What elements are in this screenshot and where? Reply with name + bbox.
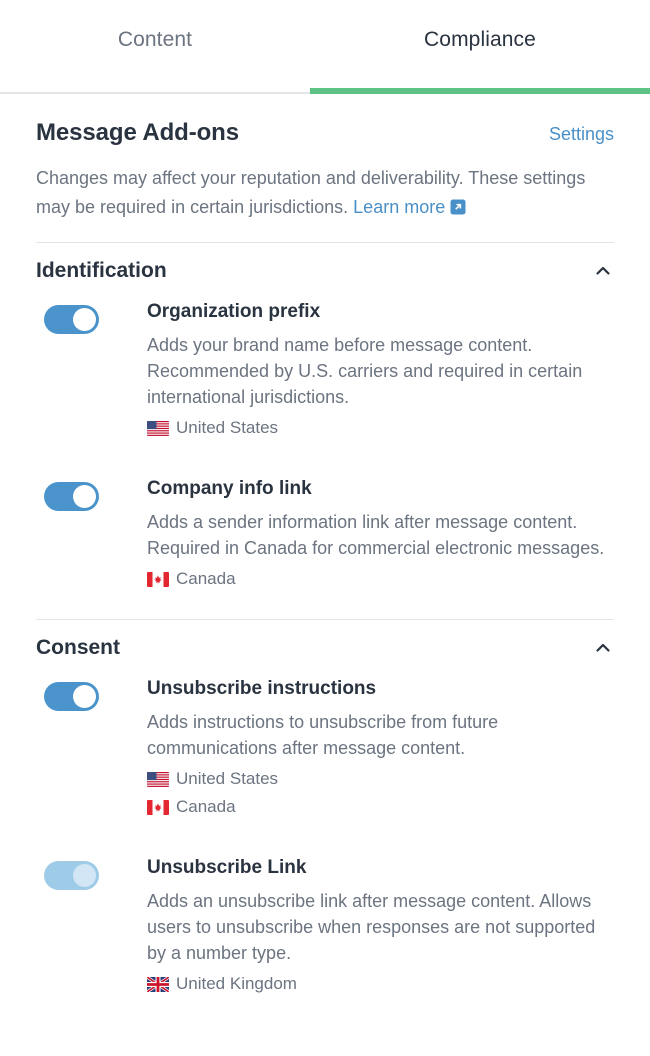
chevron-up-icon[interactable] bbox=[592, 260, 614, 282]
section-title: Consent bbox=[36, 636, 120, 659]
settings-link[interactable]: Settings bbox=[549, 124, 614, 145]
flag-us-icon bbox=[147, 421, 169, 436]
toggle-knob bbox=[73, 864, 96, 887]
addon-option-title: Company info link bbox=[147, 478, 312, 499]
toggle-unsubscribe-instructions[interactable] bbox=[44, 682, 99, 711]
section-header[interactable]: Identification bbox=[36, 243, 614, 299]
addon-option-regions: United States Canada bbox=[147, 765, 614, 821]
addon-option-title: Unsubscribe instructions bbox=[147, 678, 377, 699]
region-label: Canada bbox=[176, 569, 236, 588]
tab-content-label: Content bbox=[117, 28, 193, 51]
external-link-icon bbox=[450, 195, 466, 215]
tab-compliance-label: Compliance bbox=[424, 28, 536, 51]
addon-option-title: Unsubscribe Link bbox=[147, 857, 307, 878]
flag-gb-icon bbox=[147, 977, 169, 992]
addon-option-regions: Canada bbox=[147, 565, 614, 593]
addon-option-description: Adds your brand name before message cont… bbox=[147, 335, 583, 407]
tab-compliance[interactable]: Compliance bbox=[310, 0, 650, 94]
section-header[interactable]: Consent bbox=[36, 620, 614, 676]
region-label: United States bbox=[176, 418, 279, 437]
addon-option-body: Company info link Adds a sender informati… bbox=[147, 476, 614, 593]
toggle-company-info-link[interactable] bbox=[44, 482, 99, 511]
toggle-unsubscribe-link bbox=[44, 861, 99, 890]
section-consent: Consent Unsubscribe instructions Adds inst… bbox=[36, 620, 614, 1006]
addon-option-row: Unsubscribe Link Adds an unsubscribe link… bbox=[36, 855, 614, 1006]
panel-description-text: Changes may affect your reputation and d… bbox=[36, 168, 586, 217]
toggle-knob bbox=[73, 485, 96, 508]
region-label: Canada bbox=[176, 797, 236, 816]
region-item: Canada bbox=[147, 793, 614, 821]
tab-compliance-underline bbox=[310, 88, 650, 94]
chevron-up-icon[interactable] bbox=[592, 637, 614, 659]
tab-bar: Content Compliance bbox=[0, 0, 650, 94]
toggle-knob bbox=[73, 685, 96, 708]
region-item: United Kingdom bbox=[147, 970, 614, 998]
addon-option-description: Adds an unsubscribe link after message c… bbox=[147, 891, 596, 963]
addon-option-body: Unsubscribe instructions Adds instruction… bbox=[147, 676, 614, 821]
panel-header: Message Add-ons Settings bbox=[36, 94, 614, 147]
flag-ca-icon bbox=[147, 572, 169, 587]
toggle-knob bbox=[73, 308, 96, 331]
section-identification: Identification Organization prefix Adds yo… bbox=[36, 243, 614, 620]
addon-option-description: Adds instructions to unsubscribe from fu… bbox=[147, 712, 499, 758]
addon-option-row: Organization prefix Adds your brand name … bbox=[36, 299, 614, 450]
addon-option-body: Organization prefix Adds your brand name … bbox=[147, 299, 614, 442]
tab-content-underline bbox=[0, 88, 310, 94]
section-title: Identification bbox=[36, 259, 167, 282]
region-label: United States bbox=[176, 769, 279, 788]
addon-option-title: Organization prefix bbox=[147, 301, 321, 322]
panel-body: Message Add-ons Settings Changes may aff… bbox=[0, 94, 650, 1006]
addon-option-regions: United States bbox=[147, 414, 614, 442]
page-title: Message Add-ons bbox=[36, 119, 239, 146]
tab-content[interactable]: Content bbox=[0, 0, 310, 94]
region-label: United Kingdom bbox=[176, 974, 297, 993]
addon-option-row: Unsubscribe instructions Adds instruction… bbox=[36, 676, 614, 829]
addon-option-body: Unsubscribe Link Adds an unsubscribe link… bbox=[147, 855, 614, 998]
sections-container: Identification Organization prefix Adds yo… bbox=[36, 243, 614, 1006]
learn-more-label: Learn more bbox=[353, 197, 446, 217]
flag-us-icon bbox=[147, 772, 169, 787]
flag-ca-icon bbox=[147, 800, 169, 815]
panel-description: Changes may affect your reputation and d… bbox=[36, 164, 614, 222]
region-item: United States bbox=[147, 765, 614, 793]
learn-more-link[interactable]: Learn more bbox=[353, 197, 466, 217]
region-item: United States bbox=[147, 414, 614, 442]
compliance-panel: Content Compliance Message Add-ons Setti… bbox=[0, 0, 650, 1056]
toggle-organization-prefix[interactable] bbox=[44, 305, 99, 334]
addon-option-regions: United Kingdom bbox=[147, 970, 614, 998]
addon-option-description: Adds a sender information link after mes… bbox=[147, 512, 605, 558]
addon-option-row: Company info link Adds a sender informati… bbox=[36, 476, 614, 601]
region-item: Canada bbox=[147, 565, 614, 593]
